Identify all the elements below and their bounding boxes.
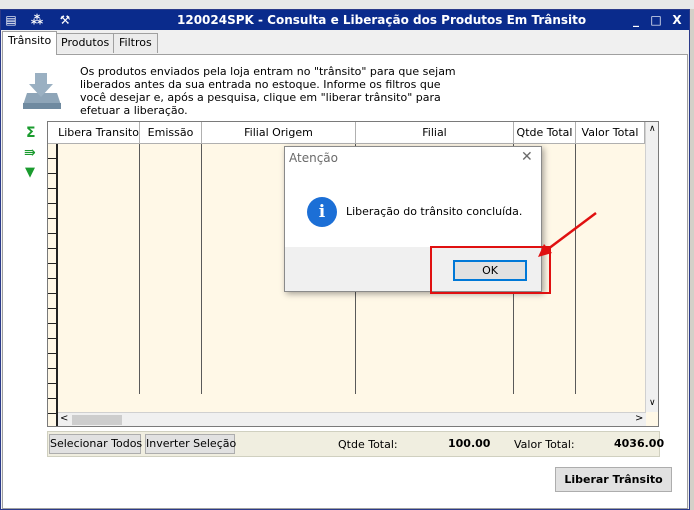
liberar-transito-button[interactable]: Liberar Trânsito — [555, 467, 672, 492]
grid-divider — [139, 144, 140, 394]
row-marker — [48, 398, 58, 399]
wrench-icon[interactable]: ⚒ — [57, 12, 73, 28]
scroll-down-icon[interactable]: ∨ — [649, 398, 656, 408]
valor-total-label: Valor Total: — [514, 438, 575, 451]
col-libera-transito[interactable]: Libera Transito — [58, 122, 140, 144]
row-marker — [48, 278, 58, 279]
tab-label: Filtros — [119, 36, 152, 49]
vertical-scrollbar[interactable]: ∧ ∨ — [645, 122, 658, 412]
maximize-button[interactable]: □ — [647, 12, 665, 28]
row-marker — [48, 308, 58, 309]
col-valor-total[interactable]: Valor Total — [576, 122, 645, 144]
scroll-right-icon[interactable]: > — [635, 413, 643, 424]
sum-icon[interactable]: Σ — [26, 125, 36, 141]
qtde-total-value: 100.00 — [448, 437, 491, 450]
row-marker — [48, 158, 58, 159]
grid-divider — [201, 144, 202, 394]
scroll-thumb[interactable] — [72, 415, 122, 425]
tab-filtros[interactable]: Filtros — [113, 33, 158, 53]
tab-produtos[interactable]: Produtos — [55, 33, 116, 53]
col-qtde-total[interactable]: Qtde Total — [514, 122, 576, 144]
row-marker — [48, 368, 58, 369]
tab-transito[interactable]: Trânsito — [2, 31, 58, 55]
expand-down-icon[interactable]: ▼ — [25, 165, 35, 180]
scroll-up-icon[interactable]: ∧ — [649, 124, 656, 134]
row-marker — [48, 248, 58, 249]
row-marker — [48, 188, 58, 189]
inbox-download-icon — [23, 73, 61, 109]
select-all-button[interactable]: Selecionar Todos — [49, 434, 142, 454]
info-text: Os produtos enviados pela loja entram no… — [80, 65, 456, 117]
row-marker — [48, 353, 58, 354]
dialog-close-icon[interactable]: ✕ — [521, 149, 533, 165]
horizontal-scrollbar[interactable]: < > — [58, 412, 646, 426]
grid-footer: Selecionar Todos Inverter Seleção Qtde T… — [47, 431, 664, 457]
row-marker — [48, 203, 58, 204]
export-icon[interactable]: ⇛ — [24, 145, 36, 161]
row-gutter — [48, 144, 58, 426]
grid-header: Libera Transito Emissão Filial Origem Fi… — [48, 122, 658, 144]
valor-total-value: 4036.00 — [614, 437, 665, 450]
title-bar: ▤ ⁂ ⚒ 120024SPK - Consulta e Liberação d… — [1, 10, 689, 30]
close-button[interactable]: X — [668, 12, 686, 28]
row-marker — [48, 413, 58, 414]
tab-label: Trânsito — [8, 34, 52, 47]
row-marker — [48, 293, 58, 294]
system-menu-icon[interactable]: ▤ — [3, 12, 19, 28]
grid-divider — [575, 144, 576, 394]
row-marker — [48, 173, 58, 174]
dialog-message: Liberação do trânsito concluída. — [346, 205, 523, 218]
qtde-total-label: Qtde Total: — [338, 438, 398, 451]
col-filial[interactable]: Filial — [356, 122, 514, 144]
background-app-strip — [0, 0, 694, 9]
row-marker — [48, 263, 58, 264]
col-emissao[interactable]: Emissão — [140, 122, 202, 144]
row-marker — [48, 218, 58, 219]
row-marker — [48, 233, 58, 234]
window-title: 120024SPK - Consulta e Liberação dos Pro… — [177, 13, 587, 27]
tab-label: Produtos — [61, 36, 110, 49]
row-marker — [48, 383, 58, 384]
row-marker — [48, 323, 58, 324]
traffic-light-icon[interactable]: ⁂ — [29, 12, 45, 28]
col-filial-origem[interactable]: Filial Origem — [202, 122, 356, 144]
info-icon: i — [307, 197, 337, 227]
annotation-arrow — [538, 212, 597, 257]
dialog-title: Atenção — [289, 151, 338, 165]
minimize-button[interactable]: _ — [627, 12, 645, 28]
invert-selection-button[interactable]: Inverter Seleção — [145, 434, 236, 454]
row-marker — [48, 338, 58, 339]
scroll-left-icon[interactable]: < — [60, 413, 68, 424]
